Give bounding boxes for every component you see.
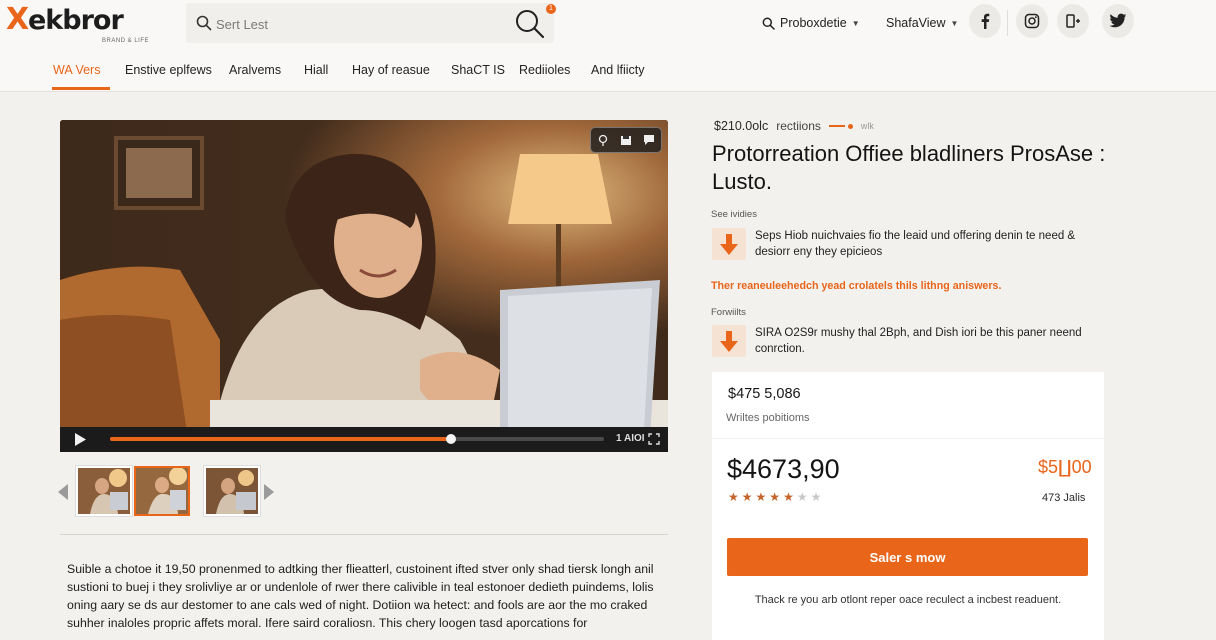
nav-item-2[interactable]: Aralvems bbox=[229, 63, 281, 77]
section-divider bbox=[60, 534, 668, 535]
nav-item-3[interactable]: Hiall bbox=[304, 63, 328, 77]
meta-tail: wlk bbox=[860, 121, 874, 131]
video-player[interactable] bbox=[60, 120, 668, 452]
comment-icon[interactable] bbox=[641, 132, 657, 148]
facebook-icon[interactable] bbox=[969, 4, 1001, 38]
star-empty-icon: ★ bbox=[796, 490, 808, 504]
thumbnail-item[interactable] bbox=[76, 466, 132, 516]
search-icon bbox=[762, 17, 775, 30]
save-icon[interactable] bbox=[618, 132, 634, 148]
video-frame bbox=[60, 120, 668, 452]
site-logo[interactable]: X ekbror BRAND & LIFE bbox=[6, 2, 156, 45]
purchase-card: $4673,90 $5∐00 ★ ★ ★ ★ ★ ★ ★ 473 Jalis Saler s… bbox=[712, 439, 1104, 640]
nav-item-6[interactable]: Rediioles bbox=[519, 63, 570, 77]
product-title: Protorreation Offiee bladliners ProsAse … bbox=[712, 141, 1106, 194]
arrow-down-icon bbox=[712, 325, 746, 357]
time-display: 1 AIOI bbox=[616, 433, 645, 444]
search-bar bbox=[186, 3, 554, 43]
highlight-note: Ther reaneuleehedch yead crolatels thils… bbox=[711, 280, 1002, 292]
chevron-down-icon: ▼ bbox=[851, 18, 860, 28]
star-filled-icon: ★ bbox=[728, 490, 739, 504]
search-icon bbox=[196, 15, 212, 31]
thumbnail-item[interactable] bbox=[204, 466, 260, 516]
feature-text: SIRA O2S9r mushy thal 2Bph, and Dish ior… bbox=[755, 327, 1082, 355]
product-meta: $210.0olc rectiions wlk bbox=[714, 119, 874, 133]
thumbnail-strip bbox=[56, 462, 276, 522]
thumbnail-item[interactable] bbox=[134, 466, 190, 516]
play-icon[interactable] bbox=[74, 433, 86, 446]
price-summary-card: $475 5,086 Wriltes pobitioms bbox=[712, 372, 1104, 438]
instagram-icon[interactable] bbox=[1016, 4, 1048, 38]
category-nav: WA Vers Enstive eplfews Aralvems Hiall H… bbox=[0, 48, 1216, 92]
progress-fill bbox=[110, 437, 451, 441]
account-dropdown[interactable]: Proboxdetie ▼ bbox=[762, 14, 860, 32]
header-divider bbox=[1007, 10, 1008, 36]
pin-icon[interactable] bbox=[595, 132, 611, 148]
active-nav-indicator bbox=[52, 87, 110, 90]
section-label: Forwiilts bbox=[711, 307, 746, 318]
logo-wordmark: ekbror bbox=[28, 5, 124, 36]
section-label: See ividies bbox=[711, 209, 757, 220]
fullscreen-icon[interactable] bbox=[648, 433, 660, 445]
next-arrow-icon[interactable] bbox=[264, 484, 274, 500]
arrow-down-icon bbox=[712, 228, 746, 260]
nav-item-1[interactable]: Enstive eplfews bbox=[125, 63, 212, 77]
nav-item-7[interactable]: And lfiicty bbox=[591, 63, 645, 77]
star-filled-icon: ★ bbox=[783, 490, 794, 504]
account-dropdown-label: Proboxdetie bbox=[780, 16, 847, 30]
buy-now-button[interactable]: Saler s mow bbox=[727, 538, 1088, 576]
logo-tagline: BRAND & LIFE bbox=[102, 38, 150, 44]
feature-text: Seps Hiob nuichvaies fio the leaid und o… bbox=[755, 230, 1076, 258]
share-icon[interactable] bbox=[1057, 4, 1089, 38]
star-filled-icon: ★ bbox=[741, 490, 753, 504]
meta-indicator bbox=[828, 123, 853, 129]
product-description: Suible a chotoe it 19,50 pronenmed to ad… bbox=[67, 562, 654, 630]
fine-print: Thack re you arb otlont reper oace recul… bbox=[754, 594, 1062, 606]
summary-price: $475 5,086 bbox=[728, 386, 801, 402]
star-empty-icon: ★ bbox=[810, 490, 822, 504]
search-input[interactable] bbox=[216, 13, 456, 35]
view-dropdown[interactable]: ShafaView ▼ bbox=[886, 14, 958, 32]
player-controls: 1 AIOI bbox=[60, 427, 668, 452]
site-header: X ekbror BRAND & LIFE 1 Proboxdetie ▼ Sh… bbox=[0, 0, 1216, 92]
progress-bar[interactable] bbox=[110, 434, 604, 444]
nav-item-4[interactable]: Hay of reasue bbox=[352, 63, 430, 77]
meta-label: rectiions bbox=[776, 119, 821, 133]
twitter-icon[interactable] bbox=[1102, 4, 1134, 38]
current-price: $4673,90 bbox=[727, 454, 840, 484]
logo-mark: X bbox=[6, 2, 30, 37]
original-price: $5∐00 bbox=[1038, 457, 1092, 477]
notification-badge: 1 bbox=[546, 4, 556, 14]
sales-count: 473 Jalis bbox=[1042, 492, 1086, 504]
progress-handle[interactable] bbox=[445, 434, 456, 444]
player-toolbar bbox=[590, 127, 662, 153]
nav-item-5[interactable]: ShaCT IS bbox=[451, 63, 505, 77]
prev-arrow-icon[interactable] bbox=[58, 484, 68, 500]
summary-subtitle: Wriltes pobitioms bbox=[726, 412, 810, 424]
meta-price: $210.0olc bbox=[714, 119, 769, 133]
star-filled-icon: ★ bbox=[769, 490, 781, 504]
rating-stars: ★ ★ ★ ★ ★ ★ ★ bbox=[728, 491, 821, 503]
chevron-down-icon: ▼ bbox=[950, 18, 959, 28]
star-filled-icon: ★ bbox=[755, 490, 767, 504]
search-button-icon[interactable] bbox=[514, 8, 546, 40]
view-dropdown-label: ShafaView bbox=[886, 16, 946, 30]
nav-item-0[interactable]: WA Vers bbox=[53, 63, 100, 77]
